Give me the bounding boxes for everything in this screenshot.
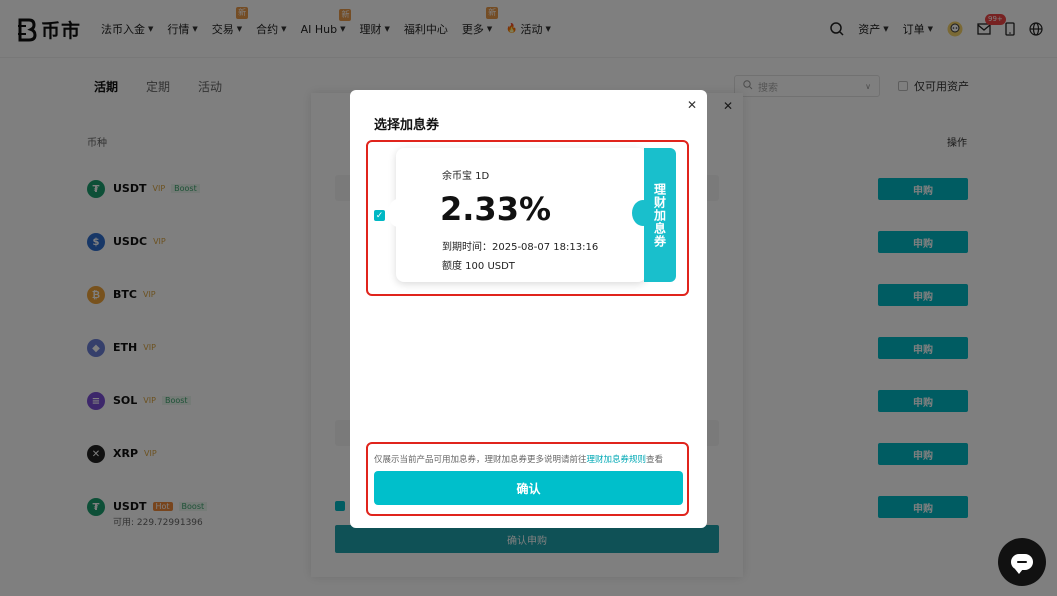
coupon-amount: 额度 100 USDT [442,261,515,272]
support-chat-button[interactable] [998,538,1046,586]
coupon-select-modal: 选择加息券 ✕ ✓ 理财加息券 余币宝 1D 2.33% 到期时间：2025-0… [350,90,707,528]
chat-icon [1011,554,1033,574]
coupon-rate: 2.33% [440,190,552,228]
coupon-notch [632,200,654,226]
footer-note: 仅展示当前产品可用加息券，理财加息券更多说明请前往理财加息券规则查看 [374,453,663,465]
close-icon[interactable]: ✕ [687,98,697,112]
confirm-button[interactable]: 确认 [374,471,683,505]
coupon-notch [388,199,408,227]
coupon-product: 余币宝 1D [442,171,490,182]
footer-note-suffix: 查看 [646,455,664,465]
coupon-rules-link[interactable]: 理财加息券规则 [587,455,647,465]
coupon-checkbox[interactable]: ✓ [374,210,385,221]
modal-footer: 仅展示当前产品可用加息券，理财加息券更多说明请前往理财加息券规则查看 确认 [366,442,689,516]
modal-title: 选择加息券 [374,118,440,133]
coupon-expire-time: 到期时间：2025-08-07 18:13:16 [442,242,599,253]
coupon-item[interactable]: ✓ 理财加息券 余币宝 1D 2.33% 到期时间：2025-08-07 18:… [366,140,689,296]
footer-note-prefix: 仅展示当前产品可用加息券，理财加息券更多说明请前往 [374,455,587,465]
